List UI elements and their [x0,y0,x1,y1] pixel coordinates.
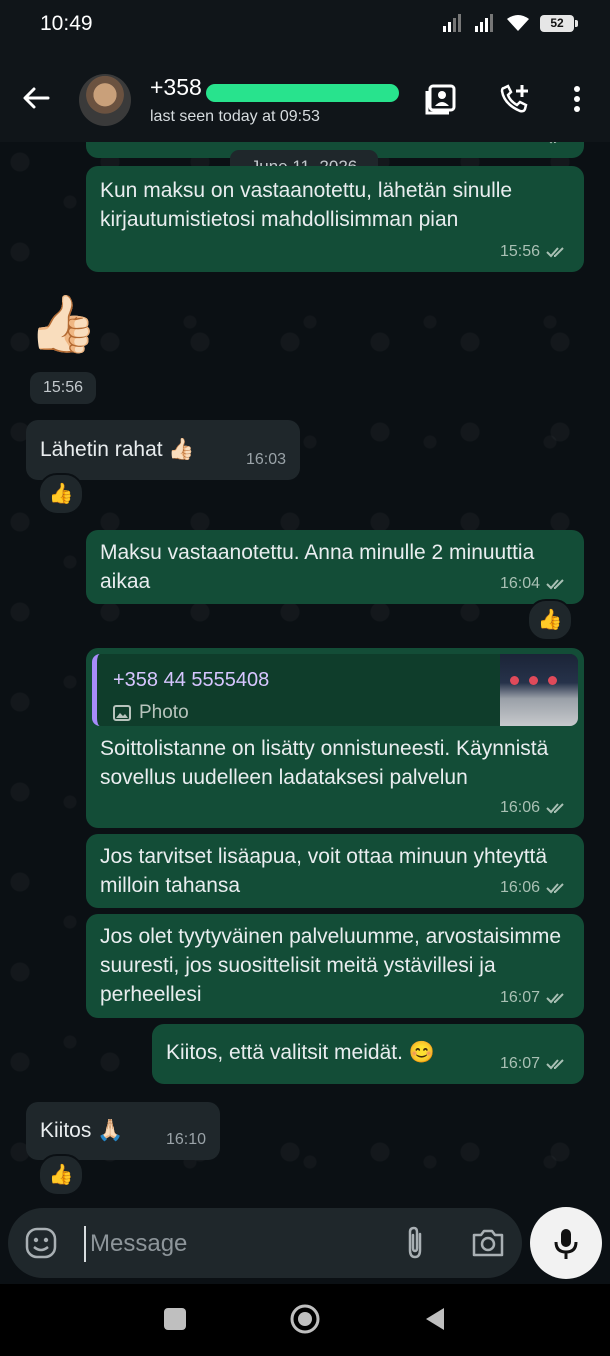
wifi-icon [507,15,529,31]
back-arrow-icon[interactable] [18,80,54,116]
message-time: 16:06 [499,799,540,816]
home-button[interactable] [289,1303,321,1335]
mic-icon [554,1229,578,1259]
contact-card-icon[interactable] [425,82,459,116]
read-ticks-icon [550,142,556,143]
read-ticks-icon [546,1058,564,1069]
message-input[interactable] [88,1220,392,1268]
message-bubble[interactable]: Jos olet tyytyväinen palveluumme, arvost… [86,914,584,1018]
quote-thumbnail [500,654,578,726]
message-time: 15:56 [499,243,540,260]
reaction-badge[interactable]: 👍 [38,1154,84,1196]
name-redaction [206,84,399,102]
thumbs-up-sticker[interactable]: 👍🏻 [28,292,98,356]
message-bubble[interactable]: Kiitos 🙏🏻 16:10 [26,1102,220,1160]
signal-icon-2 [475,14,493,32]
contact-name[interactable]: +358 [150,74,202,101]
message-bubble-reply[interactable]: +358 44 5555408 Photo Soittolistanne on … [86,648,584,828]
mic-button[interactable] [530,1207,602,1279]
message-bubble[interactable]: Maksu vastaanotettu. Anna minulle 2 minu… [86,530,584,604]
status-icons: 52 [442,14,578,32]
chat-header: +358 last seen today at 09:53 [0,50,610,142]
message-time: 16:10 [165,1131,206,1148]
chat-area[interactable]: 15:56 June 11, 2026 Kun maksu on vastaan… [0,142,610,1208]
message-meta: 16:03 [246,445,286,474]
message-meta: 16:10 [166,1125,206,1154]
status-time: 10:49 [40,12,93,35]
message-composer [8,1208,522,1278]
message-meta: 16:07 [500,983,570,1012]
battery-indicator: 52 [540,14,578,32]
emoji-icon[interactable] [24,1226,58,1260]
message-time: 16:07 [499,989,540,1006]
message-bubble[interactable]: Lähetin rahat 👍🏻 16:03 [26,420,300,480]
system-nav-bar [0,1284,610,1356]
nav-back-button[interactable] [424,1306,446,1332]
read-ticks-icon [546,802,564,813]
message-time: 16:04 [499,575,540,592]
quote-author: +358 44 5555408 [113,669,270,691]
message-meta: 15:56 [500,237,570,266]
reaction-badge[interactable]: 👍 [527,599,573,641]
read-ticks-icon [546,992,564,1003]
message-text: Soittolistanne on lisätty onnistuneesti.… [100,737,549,789]
read-ticks-icon [546,246,564,257]
call-add-icon[interactable] [498,82,532,116]
message-meta: 16:06 [500,793,570,822]
read-ticks-icon [546,578,564,589]
attach-icon[interactable] [400,1226,430,1260]
message-meta: 16:07 [500,1049,570,1078]
last-seen-status: last seen today at 09:53 [150,108,320,125]
text-caret [84,1226,86,1262]
message-bubble[interactable]: Jos tarvitset lisäapua, voit ottaa minuu… [86,834,584,908]
status-bar: 10:49 52 [0,0,610,50]
photo-icon [113,704,131,721]
quote-type-label: Photo [139,702,189,723]
signal-icon [443,14,461,32]
recents-button[interactable] [164,1308,186,1330]
message-meta: 15:56 [500,142,570,152]
read-ticks-icon [546,882,564,893]
quoted-message[interactable]: +358 44 5555408 Photo [92,654,578,726]
reaction-badge[interactable]: 👍 [38,473,84,515]
message-bubble[interactable]: Kiitos, että valitsit meidät. 😊 16:07 [152,1024,584,1084]
message-meta: 16:04 [500,569,570,598]
message-time: 16:03 [245,451,286,468]
message-time: 15:56 [500,142,540,152]
message-text: Kun maksu on vastaanotettu, lähetän sinu… [100,179,513,231]
message-time: 16:06 [499,879,540,896]
sticker-time: 15:56 [30,372,96,404]
message-time: 16:07 [499,1055,540,1072]
camera-icon[interactable] [470,1226,506,1260]
more-vert-icon[interactable] [560,82,594,116]
message-bubble[interactable]: Kun maksu on vastaanotettu, lähetän sinu… [86,166,584,272]
quote-type: Photo [113,698,189,726]
message-meta: 16:06 [500,873,570,902]
avatar[interactable] [79,74,131,126]
